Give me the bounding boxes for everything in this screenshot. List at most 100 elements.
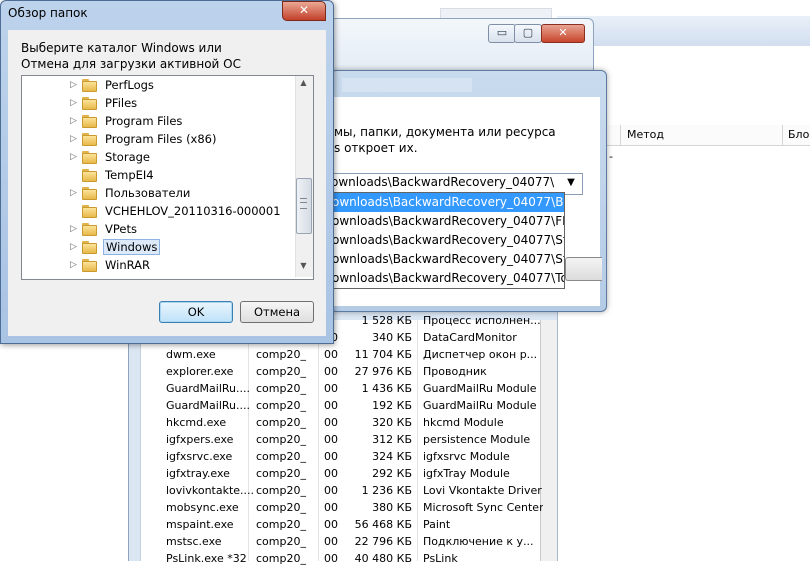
minimize-button[interactable]: ▭ bbox=[488, 24, 516, 43]
tree-item[interactable]: ▷ Program Files bbox=[22, 113, 297, 131]
table-row[interactable]: dwm.exe comp20_ 00 11 704 КБ Диспетчер о… bbox=[166, 346, 541, 363]
expand-arrow-icon[interactable]: ▷ bbox=[70, 188, 77, 198]
process-cpu: 00 bbox=[324, 450, 338, 463]
table-row[interactable]: explorer.exe comp20_ 00 27 976 КБ Провод… bbox=[166, 363, 541, 380]
process-user: comp20_ bbox=[256, 484, 306, 497]
column-divider bbox=[620, 125, 621, 145]
column-header-method[interactable]: Метод bbox=[627, 128, 664, 141]
process-memory: 1 436 КБ bbox=[361, 382, 412, 395]
process-name: GuardMailRu.... bbox=[166, 399, 250, 412]
expand-arrow-icon[interactable]: ▷ bbox=[70, 116, 77, 126]
process-user: comp20_ bbox=[256, 382, 306, 395]
process-memory: 320 КБ bbox=[372, 416, 412, 429]
expand-arrow-icon[interactable]: ▷ bbox=[70, 224, 77, 234]
close-button[interactable]: ✕ bbox=[541, 24, 585, 43]
process-cpu: 00 bbox=[324, 433, 338, 446]
description-line: Отмена для загрузки активной ОС bbox=[21, 57, 241, 71]
dropdown-item[interactable]: ownloads\BackwardRecovery_04077\FILE bbox=[331, 212, 564, 231]
process-memory: 340 КБ bbox=[372, 331, 412, 344]
tree-item-selected[interactable]: ▷ Windows bbox=[22, 239, 297, 257]
tree-item[interactable]: ▷ PerfLogs bbox=[22, 77, 297, 95]
process-cpu: 00 bbox=[324, 518, 338, 531]
tree-item[interactable]: ▷ PFiles bbox=[22, 95, 297, 113]
tree-item[interactable]: ▷ Storage bbox=[22, 149, 297, 167]
process-description: persistence Module bbox=[423, 433, 531, 446]
obscured-button[interactable] bbox=[565, 257, 602, 281]
process-description: GuardMailRu Module bbox=[423, 382, 537, 395]
column-divider bbox=[782, 125, 783, 145]
tree-item[interactable]: ▷ WinRAR bbox=[22, 257, 297, 275]
expand-arrow-icon[interactable]: ▷ bbox=[70, 242, 77, 252]
dropdown-item[interactable]: ownloads\BackwardRecovery_04077\Tools bbox=[331, 269, 564, 288]
open-combobox-value[interactable]: ownloads\BackwardRecovery_04077\ bbox=[331, 175, 554, 189]
table-row[interactable]: igfxtray.exe comp20_ 00 292 КБ igfxTray … bbox=[166, 465, 541, 482]
expand-arrow-icon[interactable]: ▷ bbox=[70, 134, 77, 144]
tree-item-label: Program Files bbox=[105, 114, 183, 128]
description-line: Выберите каталог Windows или bbox=[21, 41, 222, 55]
table-row[interactable]: hkcmd.exe comp20_ 00 320 КБ hkcmd Module bbox=[166, 414, 541, 431]
process-cpu: 00 bbox=[324, 365, 338, 378]
process-description: DataCardMonitor bbox=[423, 331, 517, 344]
folder-tree-scrollbar[interactable] bbox=[295, 76, 313, 277]
table-row[interactable]: mobsync.exe comp20_ 00 380 КБ Microsoft … bbox=[166, 499, 543, 516]
folder-icon bbox=[82, 169, 98, 182]
expand-arrow-icon[interactable]: ▷ bbox=[70, 152, 77, 162]
process-cpu: 00 bbox=[324, 467, 338, 480]
process-description: Paint bbox=[423, 518, 451, 531]
ok-button[interactable]: OK bbox=[159, 301, 233, 323]
run-dialog-description: мы, папки, документа или ресурса s откро… bbox=[334, 124, 599, 156]
tree-item-label: Windows bbox=[103, 239, 161, 255]
process-memory: 324 КБ bbox=[372, 450, 412, 463]
process-cpu: 00 bbox=[324, 382, 338, 395]
tree-item[interactable]: ▷ Program Files (x86) bbox=[22, 131, 297, 149]
process-name: lovivkontakte.... bbox=[166, 484, 255, 497]
process-name: PsLink.exe *32 bbox=[166, 552, 247, 565]
process-name: mstsc.exe bbox=[166, 535, 222, 548]
tree-item[interactable]: ▷ VPets bbox=[22, 221, 297, 239]
chevron-down-icon[interactable]: ▼ bbox=[563, 175, 579, 191]
table-row[interactable]: mspaint.exe comp20_ 00 56 468 КБ Paint bbox=[166, 516, 541, 533]
maximize-button[interactable]: ▢ bbox=[514, 24, 542, 43]
scroll-down-icon[interactable]: ▼ bbox=[296, 261, 311, 275]
cell-value: - bbox=[609, 150, 613, 163]
close-button[interactable]: ✕ bbox=[282, 1, 326, 21]
cancel-button[interactable]: Отмена bbox=[240, 301, 314, 323]
column-header-block[interactable]: Бло bbox=[788, 128, 809, 141]
table-row[interactable]: igfxsrvc.exe comp20_ 00 324 КБ igfxsrvc … bbox=[166, 448, 541, 465]
table-row[interactable]: GuardMailRu.... comp20_ 00 192 КБ GuardM… bbox=[166, 397, 541, 414]
process-description: GuardMailRu Module bbox=[423, 399, 537, 412]
scroll-up-icon[interactable]: ▲ bbox=[296, 78, 311, 92]
table-row[interactable]: igfxpers.exe comp20_ 00 312 КБ persisten… bbox=[166, 431, 541, 448]
expand-arrow-icon[interactable]: ▷ bbox=[70, 98, 77, 108]
process-user: comp20_ bbox=[256, 365, 306, 378]
process-memory: 11 704 КБ bbox=[354, 348, 412, 361]
folder-icon bbox=[82, 115, 98, 128]
tree-item[interactable]: ▷ Пользователи bbox=[22, 185, 297, 203]
dialog-title: Обзор папок bbox=[8, 6, 88, 20]
process-cpu: 00 bbox=[324, 501, 338, 514]
process-memory: 312 КБ bbox=[372, 433, 412, 446]
folder-tree: ▷ PerfLogs ▷ PFiles ▷ Program Files ▷ Pr… bbox=[21, 75, 314, 280]
process-memory: 380 КБ bbox=[372, 501, 412, 514]
dropdown-item[interactable]: ownloads\BackwardRecovery_04077\StartA bbox=[331, 231, 564, 250]
tree-item-label: Program Files (x86) bbox=[105, 132, 217, 146]
tree-item[interactable]: TempEI4 bbox=[22, 167, 297, 185]
table-row[interactable]: PsLink.exe *32 comp20_ 00 40 480 КБ PsLi… bbox=[166, 550, 541, 567]
process-description: igfxTray Module bbox=[423, 467, 510, 480]
table-row[interactable]: mstsc.exe comp20_ 00 22 796 КБ Подключен… bbox=[166, 533, 541, 550]
folder-icon bbox=[82, 241, 98, 254]
description-line: s откроет их. bbox=[334, 141, 418, 155]
dropdown-item[interactable]: ownloads\BackwardRecovery_04077\StartU bbox=[331, 250, 564, 269]
table-row[interactable]: GuardMailRu.... comp20_ 00 1 436 КБ Guar… bbox=[166, 380, 541, 397]
expand-arrow-icon[interactable]: ▷ bbox=[70, 260, 77, 270]
process-name: explorer.exe bbox=[166, 365, 234, 378]
table-row[interactable]: lovivkontakte.... comp20_ 00 1 236 КБ Lo… bbox=[166, 482, 542, 499]
process-memory: 292 КБ bbox=[372, 467, 412, 480]
process-cpu: 00 bbox=[324, 484, 338, 497]
tree-item-label: TempEI4 bbox=[105, 168, 154, 182]
folder-icon bbox=[82, 151, 98, 164]
tree-item[interactable]: VCHEHLOV_20110316-000001 bbox=[22, 203, 297, 221]
grip-icon bbox=[300, 198, 307, 209]
dropdown-item[interactable]: ownloads\BackwardRecovery_04077\Backw bbox=[331, 193, 564, 212]
expand-arrow-icon[interactable]: ▷ bbox=[70, 80, 77, 90]
